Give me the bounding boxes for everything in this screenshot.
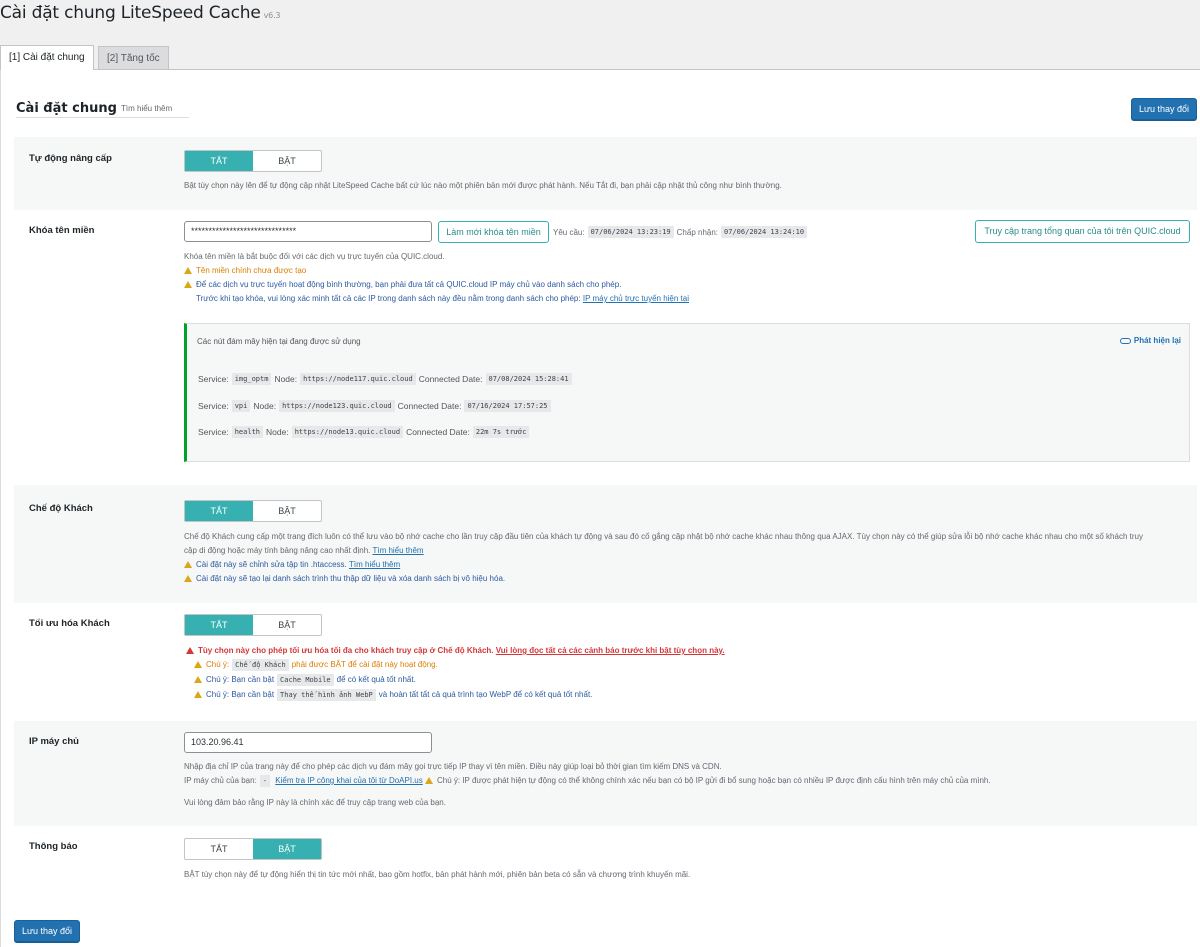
tab-general-settings[interactable]: [1] Cài đặt chung (0, 45, 94, 71)
domain-key-meta: Yêu cầu: 07/06/2024 13:23:19 Chấp nhận: … (553, 226, 810, 238)
note-code: Cache Mobile (277, 674, 334, 686)
row-auto-upgrade: Tự động nâng cấp (14, 137, 1197, 210)
server-ip-desc: Nhập địa chỉ IP của trang này để cho phé… (184, 762, 722, 771)
refresh-domain-key-button[interactable]: Làm mới khóa tên miền (438, 221, 549, 243)
auto-upgrade-toggle[interactable]: TẮT BẬT (184, 150, 322, 172)
note-webp: Chú ý: Bạn cần bật Thay thế hình ảnh WebP… (194, 688, 592, 702)
node-row: Service: health Node: https://node13.quic.… (198, 426, 532, 438)
warning-icon (194, 660, 202, 668)
requested-label: Yêu cầu: (553, 227, 585, 237)
version-label: v6.3 (263, 11, 281, 20)
check-ip-link[interactable]: Kiểm tra IP công khai của tôi từ DoAPI.u… (275, 774, 423, 788)
node-url: https://node117.quic.cloud (300, 373, 416, 385)
toggle-on-option[interactable]: BẬT (253, 501, 321, 521)
notifications-toggle[interactable]: TẮT BẬT (184, 838, 322, 860)
warning-icon (184, 560, 192, 568)
note-code: Thay thế hình ảnh WebP (277, 689, 376, 701)
read-warnings-link[interactable]: Vui lòng đọc tất cả các cảnh báo trước k… (496, 644, 725, 658)
auto-upgrade-label: Tự động nâng cấp (29, 153, 112, 164)
guest-learn-more-link[interactable]: Tìm hiểu thêm (372, 546, 423, 555)
page-title: Cài đặt chung LiteSpeed Cache v6.3 (0, 3, 281, 23)
warn-htaccess: Cài đặt này sẽ chỉnh sửa tập tin .htacce… (184, 558, 400, 572)
warn-whitelist: Để các dịch vụ trực tuyến hoạt động bình… (184, 278, 621, 292)
whitelist-note: Trước khi tạo khóa, vui lòng xác minh tấ… (196, 292, 689, 306)
warning-icon (184, 280, 192, 288)
warn-guest-optm: Tùy chọn này cho phép tối ưu hóa tối đa … (186, 644, 725, 658)
section-divider (16, 117, 189, 118)
toggle-on-option[interactable]: BẬT (253, 839, 321, 859)
domain-key-input[interactable]: ****************************** (184, 221, 432, 242)
node-date: 07/16/2024 17:57:25 (464, 400, 551, 412)
server-ip-input[interactable]: 103.20.96.41 (184, 732, 432, 753)
node-service: img_optm (231, 373, 272, 385)
warn-regenerate: Cài đặt này sẽ tạo lại danh sách trình t… (184, 572, 505, 586)
node-service: health (231, 426, 264, 438)
htaccess-learn-more-link[interactable]: Tìm hiểu thêm (349, 558, 400, 572)
your-ip-value: - (259, 775, 271, 787)
warning-icon (194, 675, 202, 683)
current-ip-link[interactable]: IP máy chủ trực tuyến hiện tại (583, 292, 689, 306)
tab-bar: [1] Cài đặt chung [2] Tăng tốc (0, 45, 1200, 71)
node-date: 07/08/2024 15:28:41 (485, 373, 572, 385)
toggle-on-option[interactable]: BẬT (253, 151, 321, 171)
cloud-nodes-title: Các nút đám mây hiện tại đang được sử dụ… (197, 337, 361, 346)
cloud-nodes-box: Các nút đám mây hiện tại đang được sử dụ… (184, 323, 1190, 462)
redetect-link[interactable]: Phát hiện lại (1119, 336, 1181, 345)
guest-optm-toggle[interactable]: TẮT BẬT (184, 614, 322, 636)
toggle-on-option[interactable]: BẬT (253, 615, 321, 635)
warning-icon (194, 690, 202, 698)
server-ip-confirm: Vui lòng đảm bảo rằng IP này là chính xá… (184, 798, 446, 807)
note-cache-mobile: Chú ý: Bạn cần bật Cache Mobile để có kết … (194, 673, 416, 687)
server-ip-label: IP máy chủ (29, 736, 79, 747)
note-code: Chế độ Khách (232, 659, 289, 671)
toggle-off-option[interactable]: TẮT (185, 151, 253, 171)
approved-label: Chấp nhận: (676, 227, 719, 237)
requested-value: 07/06/2024 13:23:19 (587, 226, 674, 238)
warning-icon (186, 646, 194, 654)
save-button-top[interactable]: Lưu thay đổi (1131, 98, 1197, 120)
learn-more-link[interactable]: Tìm hiểu thêm (113, 104, 189, 118)
approved-value: 07/06/2024 13:24:10 (721, 226, 808, 238)
row-notifications: Thông báo (14, 826, 1197, 896)
tab-tuning[interactable]: [2] Tăng tốc (98, 46, 169, 70)
domain-key-desc: Khóa tên miền là bắt buộc đối với các dị… (184, 252, 445, 261)
notifications-label: Thông báo (29, 841, 78, 852)
guest-optm-label: Tối ưu hóa Khách (29, 618, 110, 629)
node-url: https://node13.quic.cloud (291, 426, 404, 438)
section-title: Cài đặt chung (16, 101, 117, 116)
note-guest-mode: Chú ý: Chế độ Khách phải được BẬT để cài đ… (194, 658, 438, 672)
guest-mode-toggle[interactable]: TẮT BẬT (184, 500, 322, 522)
warning-icon (184, 266, 192, 274)
your-ip-line: IP máy chủ của bạn: - Kiểm tra IP công kh… (184, 774, 991, 788)
warning-icon (424, 776, 433, 784)
warn-main-domain: Tên miền chính chưa được tạo (184, 264, 306, 278)
notifications-desc: BẬT tùy chọn này để tự động hiển thị tin… (184, 870, 691, 879)
link-icon (1119, 337, 1131, 344)
auto-upgrade-desc: Bật tùy chọn này lên để tự động cập nhật… (184, 181, 782, 190)
toggle-off-option[interactable]: TẮT (185, 615, 253, 635)
node-date: 22m 7s trước (472, 426, 530, 438)
node-service: vpi (231, 400, 251, 412)
guest-mode-label: Chế độ Khách (29, 503, 93, 514)
guest-mode-desc: Chế độ Khách cung cấp một trang đích luô… (184, 532, 1143, 555)
save-button-bottom[interactable]: Lưu thay đổi (14, 920, 80, 942)
toggle-off-option[interactable]: TẮT (185, 501, 253, 521)
quic-dashboard-button[interactable]: Truy cập trang tổng quan của tôi trên QU… (975, 220, 1190, 243)
node-row: Service: vpi Node: https://node123.quic.cl… (198, 400, 554, 412)
warning-icon (184, 574, 192, 582)
domain-key-label: Khóa tên miền (29, 225, 95, 236)
node-row: Service: img_optm Node: https://node117.qu… (198, 373, 575, 385)
node-url: https://node123.quic.cloud (279, 400, 395, 412)
toggle-off-option[interactable]: TẮT (185, 839, 253, 859)
